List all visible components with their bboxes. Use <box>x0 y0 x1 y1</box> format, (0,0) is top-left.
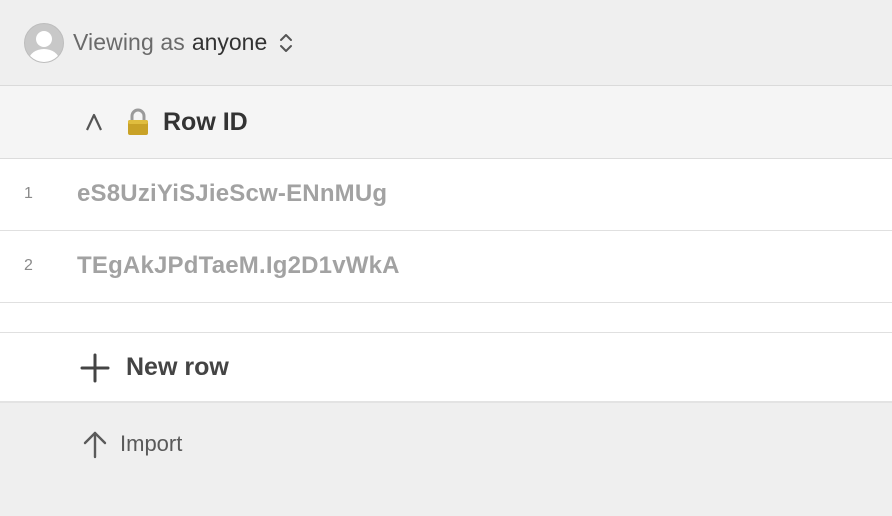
viewing-as-label: Viewing as <box>73 29 185 55</box>
table-row[interactable]: 1 eS8UziYiSJieScw-ENnMUg <box>0 159 892 231</box>
row-id-cell[interactable]: TEgAkJPdTaeM.Ig2D1vWkA <box>77 252 400 280</box>
plus-icon <box>80 353 110 383</box>
arrow-up-icon <box>83 431 107 459</box>
new-row-label: New row <box>126 353 229 381</box>
viewer-selector[interactable]: anyone <box>192 29 267 56</box>
row-id-cell[interactable]: eS8UziYiSJieScw-ENnMUg <box>77 180 387 208</box>
user-avatar-icon <box>24 22 64 63</box>
table-page: Viewing as anyone Row ID 1 eS8UziYiSJieS… <box>0 0 892 516</box>
lock-icon <box>128 108 148 135</box>
chevron-updown-icon[interactable] <box>279 31 293 55</box>
text-type-icon <box>86 113 102 131</box>
row-number: 2 <box>24 257 33 274</box>
import-button[interactable]: Import <box>82 428 182 460</box>
table-spacer <box>0 303 892 333</box>
viewer-bar: Viewing as anyone <box>0 0 892 86</box>
column-header[interactable]: Row ID <box>0 86 892 159</box>
row-number: 1 <box>24 185 33 202</box>
table-row[interactable]: 2 TEgAkJPdTaeM.Ig2D1vWkA <box>0 231 892 303</box>
column-title: Row ID <box>163 108 248 136</box>
new-row-button[interactable]: New row <box>0 333 892 403</box>
import-label: Import <box>120 431 183 456</box>
